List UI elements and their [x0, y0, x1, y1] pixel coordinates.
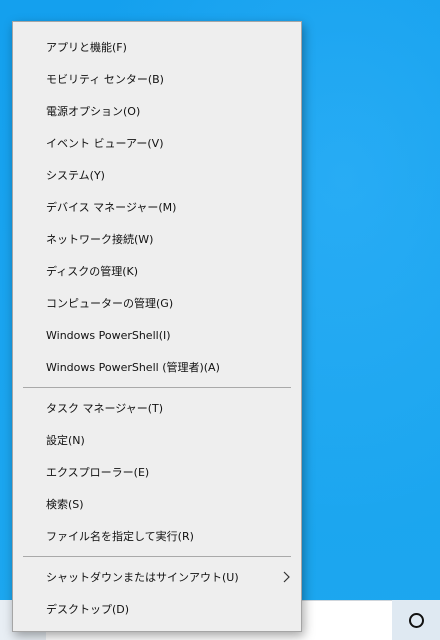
menu-item-powershell[interactable]: Windows PowerShell(I) [13, 319, 301, 351]
chevron-right-icon [283, 571, 290, 583]
menu-separator [23, 556, 291, 557]
menu-item-label: アプリと機能(F) [46, 41, 127, 54]
menu-item-label: デスクトップ(D) [46, 603, 130, 616]
menu-item-network-connections[interactable]: ネットワーク接続(W) [13, 223, 301, 255]
menu-item-label: タスク マネージャー(T) [46, 402, 164, 415]
menu-list: アプリと機能(F) モビリティ センター(B) 電源オプション(O) イベント … [13, 22, 301, 625]
menu-item-label: シャットダウンまたはサインアウト(U) [46, 571, 239, 584]
menu-item-run[interactable]: ファイル名を指定して実行(R) [13, 520, 301, 552]
menu-item-task-manager[interactable]: タスク マネージャー(T) [13, 392, 301, 424]
menu-item-label: イベント ビューアー(V) [46, 137, 164, 150]
menu-item-label: 検索(S) [46, 498, 84, 511]
menu-item-system[interactable]: システム(Y) [13, 159, 301, 191]
menu-item-desktop[interactable]: デスクトップ(D) [13, 593, 301, 625]
menu-item-label: ネットワーク接続(W) [46, 233, 154, 246]
menu-item-label: Windows PowerShell(I) [46, 328, 171, 342]
menu-item-label: 電源オプション(O) [46, 105, 141, 118]
menu-item-explorer[interactable]: エクスプローラー(E) [13, 456, 301, 488]
menu-separator [23, 387, 291, 388]
menu-item-label: ファイル名を指定して実行(R) [46, 530, 194, 543]
cortana-button[interactable] [392, 600, 440, 640]
menu-item-label: 設定(N) [46, 434, 85, 447]
menu-item-label: モビリティ センター(B) [46, 73, 164, 86]
menu-item-label: デバイス マネージャー(M) [46, 201, 177, 214]
menu-item-settings[interactable]: 設定(N) [13, 424, 301, 456]
menu-item-mobility-center[interactable]: モビリティ センター(B) [13, 63, 301, 95]
menu-item-label: コンピューターの管理(G) [46, 297, 174, 310]
circle-icon [408, 612, 424, 628]
menu-item-search[interactable]: 検索(S) [13, 488, 301, 520]
menu-item-power-options[interactable]: 電源オプション(O) [13, 95, 301, 127]
menu-item-event-viewer[interactable]: イベント ビューアー(V) [13, 127, 301, 159]
menu-item-label: ディスクの管理(K) [46, 265, 139, 278]
menu-item-label: システム(Y) [46, 169, 105, 182]
menu-item-apps-features[interactable]: アプリと機能(F) [13, 31, 301, 63]
menu-item-shutdown-signout[interactable]: シャットダウンまたはサインアウト(U) [13, 561, 301, 593]
menu-item-powershell-admin[interactable]: Windows PowerShell (管理者)(A) [13, 351, 301, 383]
menu-item-label: Windows PowerShell (管理者)(A) [46, 361, 220, 374]
menu-item-computer-management[interactable]: コンピューターの管理(G) [13, 287, 301, 319]
menu-item-label: エクスプローラー(E) [46, 466, 150, 479]
menu-item-device-manager[interactable]: デバイス マネージャー(M) [13, 191, 301, 223]
power-user-menu: アプリと機能(F) モビリティ センター(B) 電源オプション(O) イベント … [12, 21, 302, 632]
menu-item-disk-management[interactable]: ディスクの管理(K) [13, 255, 301, 287]
